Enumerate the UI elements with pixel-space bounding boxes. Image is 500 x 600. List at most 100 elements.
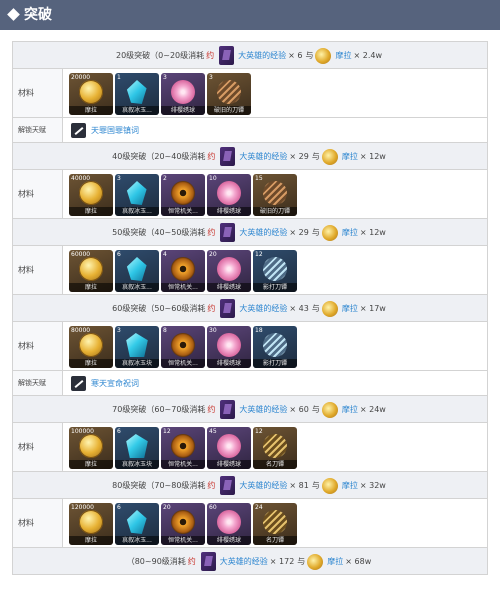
- mora-icon: [321, 224, 338, 241]
- mora-quantity: × 17w: [359, 304, 386, 313]
- materials-row: 材料 100000 摩拉 6 哀叙冰玉块 12 恒常机关... 45 绯樱绣球 12 名刀镡: [13, 423, 487, 472]
- gear-icon: [171, 181, 195, 205]
- material-card[interactable]: 6 哀叙冰玉...: [115, 250, 159, 292]
- unlock-talent-label-cell: 解锁天赋: [13, 371, 63, 395]
- heros-wit-link[interactable]: 大英雄的经验: [239, 404, 287, 415]
- material-card[interactable]: 20 绯樱绣球: [207, 250, 251, 292]
- mora-link[interactable]: 摩拉: [342, 404, 358, 415]
- heros-wit-link[interactable]: 大英雄的经验: [238, 50, 286, 61]
- material-card[interactable]: 60000 摩拉: [69, 250, 113, 292]
- mora-link[interactable]: 摩拉: [327, 556, 343, 567]
- heros-wit-icon: [220, 400, 236, 419]
- material-card[interactable]: 12 恒常机关...: [161, 427, 205, 469]
- blade-guard-blue-icon: [260, 254, 290, 284]
- materials-label: 材料: [18, 189, 34, 199]
- flower-icon: [217, 510, 241, 534]
- material-count: 8: [163, 327, 167, 334]
- heros-wit-link[interactable]: 大英雄的经验: [239, 480, 287, 491]
- material-name: 哀叙冰玉块: [115, 359, 159, 368]
- material-card[interactable]: 12 名刀镡: [253, 427, 297, 469]
- material-card[interactable]: 45 绯樱绣球: [207, 427, 251, 469]
- material-card[interactable]: 6 哀叙冰玉块: [115, 427, 159, 469]
- material-card[interactable]: 18 影打刀镡: [253, 326, 297, 368]
- conjunction-text: 与: [305, 51, 314, 60]
- diamond-icon: [7, 8, 20, 21]
- talent-link[interactable]: 寒天宣命祝词: [91, 378, 139, 389]
- material-card[interactable]: 15 破旧的刀镡: [253, 174, 297, 216]
- material-name: 绯樱绣球: [207, 536, 251, 545]
- material-name: 恒常机关...: [161, 460, 205, 469]
- tier-level-text: 20级突破（0~20级消耗: [115, 51, 205, 60]
- material-card[interactable]: 8 恒常机关...: [161, 326, 205, 368]
- tier-header-row: 70级突破（60~70级消耗约 大英雄的经验 × 60 与 摩拉 × 24w: [13, 396, 487, 423]
- material-name: 恒常机关...: [161, 283, 205, 292]
- heros-wit-link[interactable]: 大英雄的经验: [239, 151, 287, 162]
- material-card[interactable]: 2 恒常机关...: [161, 174, 205, 216]
- talent-icon: [71, 376, 86, 391]
- material-card[interactable]: 3 破旧的刀镡: [207, 73, 251, 115]
- crystal-icon: [126, 80, 147, 104]
- material-name: 名刀镡: [253, 536, 297, 545]
- material-list: 120000 摩拉 6 哀叙冰玉... 20 恒常机关... 60 绯樱绣球 24 名刀镡: [69, 503, 299, 545]
- material-card[interactable]: 6 哀叙冰玉...: [115, 503, 159, 545]
- mora-link[interactable]: 摩拉: [335, 50, 351, 61]
- mora-quantity: × 12w: [359, 228, 386, 237]
- tier-header-row: （80~90级消耗约 大英雄的经验 × 172 与 摩拉 × 68w: [13, 548, 487, 575]
- material-card[interactable]: 3 哀叙冰玉块: [115, 326, 159, 368]
- mora-link[interactable]: 摩拉: [342, 303, 358, 314]
- material-card[interactable]: 4 恒常机关...: [161, 250, 205, 292]
- conjunction-text: 与: [311, 304, 320, 313]
- tier-level-text: （80~90级消耗: [126, 557, 186, 566]
- material-count: 3: [163, 74, 167, 81]
- exp-quantity: × 43: [289, 304, 309, 313]
- mora-coin-icon: [79, 257, 103, 281]
- material-name: 摩拉: [69, 460, 113, 469]
- material-count: 4: [163, 251, 167, 258]
- mora-quantity: × 68w: [345, 557, 372, 566]
- material-count: 24: [255, 504, 263, 511]
- unlock-talent-row: 解锁天赋 天罪国罪镇词: [13, 118, 487, 143]
- mora-link[interactable]: 摩拉: [342, 151, 358, 162]
- material-count: 3: [117, 175, 121, 182]
- material-card[interactable]: 80000 摩拉: [69, 326, 113, 368]
- material-card[interactable]: 100000 摩拉: [69, 427, 113, 469]
- material-card[interactable]: 3 绯樱绣球: [161, 73, 205, 115]
- material-card[interactable]: 1 哀叙冰玉...: [115, 73, 159, 115]
- material-name: 哀叙冰玉...: [115, 207, 159, 216]
- material-card[interactable]: 60 绯樱绣球: [207, 503, 251, 545]
- exp-quantity: × 172: [269, 557, 295, 566]
- material-card[interactable]: 40000 摩拉: [69, 174, 113, 216]
- mora-link[interactable]: 摩拉: [342, 227, 358, 238]
- heros-wit-link[interactable]: 大英雄的经验: [220, 556, 268, 567]
- material-card[interactable]: 3 哀叙冰玉...: [115, 174, 159, 216]
- consume-approx-text: 约: [207, 304, 216, 313]
- materials-label-cell: 材料: [13, 423, 63, 471]
- material-name: 哀叙冰玉...: [115, 283, 159, 292]
- material-card[interactable]: 20000 摩拉: [69, 73, 113, 115]
- material-name: 破旧的刀镡: [207, 106, 251, 115]
- conjunction-text: 与: [311, 481, 320, 490]
- material-count: 12: [163, 428, 171, 435]
- material-count: 15: [255, 175, 263, 182]
- heros-wit-link[interactable]: 大英雄的经验: [239, 227, 287, 238]
- material-count: 2: [163, 175, 167, 182]
- material-card[interactable]: 120000 摩拉: [69, 503, 113, 545]
- mora-coin-icon: [79, 181, 103, 205]
- material-count: 18: [255, 327, 263, 334]
- material-name: 影打刀镡: [253, 359, 297, 368]
- heros-wit-link[interactable]: 大英雄的经验: [239, 303, 287, 314]
- material-name: 绯樱绣球: [207, 207, 251, 216]
- material-card[interactable]: 30 绯樱绣球: [207, 326, 251, 368]
- crystal-icon: [126, 510, 147, 534]
- material-name: 恒常机关...: [161, 207, 205, 216]
- material-card[interactable]: 24 名刀镡: [253, 503, 297, 545]
- talent-link[interactable]: 天罪国罪镇词: [91, 125, 139, 136]
- material-card[interactable]: 20 恒常机关...: [161, 503, 205, 545]
- material-card[interactable]: 10 绯樱绣球: [207, 174, 251, 216]
- tier-header-content: 80级突破（70~80级消耗约 大英雄的经验 × 81 与 摩拉 × 32w: [13, 472, 487, 499]
- blade-guard-icon: [214, 77, 244, 107]
- mora-link[interactable]: 摩拉: [342, 480, 358, 491]
- material-name: 破旧的刀镡: [253, 207, 297, 216]
- material-card[interactable]: 12 影打刀镡: [253, 250, 297, 292]
- materials-label-cell: 材料: [13, 69, 63, 117]
